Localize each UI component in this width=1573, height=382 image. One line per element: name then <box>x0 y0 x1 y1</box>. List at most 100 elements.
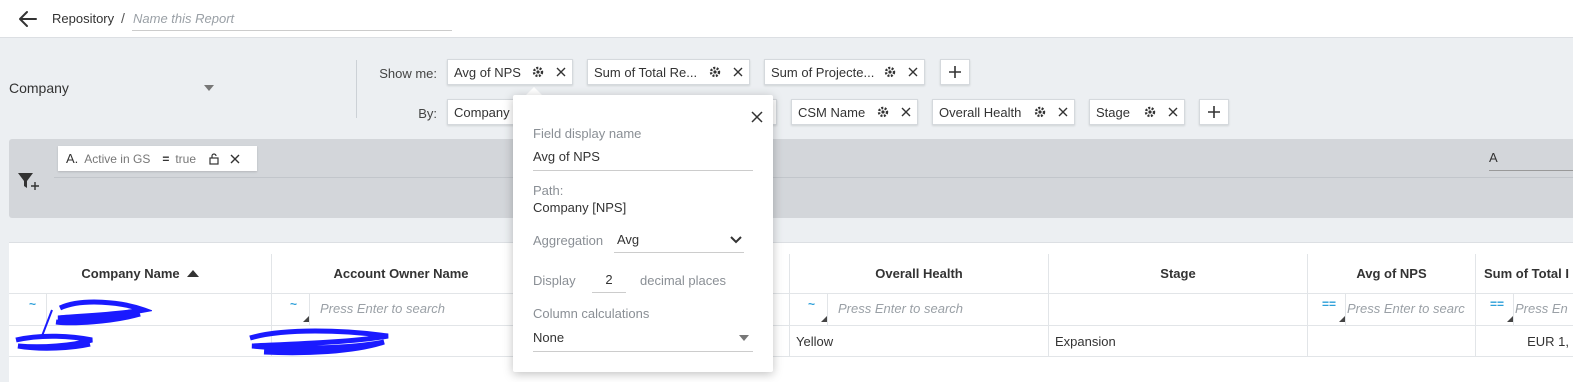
breadcrumb-separator: / <box>121 10 125 26</box>
search-input[interactable] <box>320 301 520 316</box>
gear-icon[interactable] <box>1034 106 1046 118</box>
table-cell-sum-total: EUR 1, <box>1476 326 1573 357</box>
column-calc-label: Column calculations <box>533 306 650 321</box>
filter-chip-active-in-gs[interactable]: A. Active in GS = true <box>58 146 257 171</box>
search-input[interactable] <box>1515 301 1571 316</box>
chip-label: Overall Health <box>939 104 1022 120</box>
column-header-label: Avg of NPS <box>1356 266 1427 281</box>
filter-field: Active in GS <box>84 151 151 166</box>
group-chip-csm-name[interactable]: CSM Name <box>791 99 918 125</box>
operator-contains: ~ <box>290 297 298 311</box>
column-filter-sum-total: == <box>1476 294 1573 326</box>
close-icon[interactable] <box>1168 107 1178 117</box>
chip-label: Sum of Projecte... <box>771 64 875 80</box>
filter-operator-box[interactable]: ~ <box>272 294 310 325</box>
operator-contains: ~ <box>808 297 816 311</box>
column-filter-overall-health: ~ <box>790 294 1049 326</box>
close-icon[interactable] <box>1058 107 1068 117</box>
operator-menu-icon <box>1507 316 1513 322</box>
group-chip-stage[interactable]: Stage <box>1089 99 1185 125</box>
measure-chip-sum-total[interactable]: Sum of Total Re... <box>587 59 750 85</box>
operator-menu-icon <box>303 316 309 322</box>
display-name-label: Field display name <box>533 126 642 141</box>
path-value: Company [NPS] <box>533 200 627 215</box>
column-filter-account-owner: ~ <box>272 294 531 326</box>
close-icon[interactable] <box>733 67 743 77</box>
column-filter-stage <box>1049 294 1308 326</box>
source-object-select[interactable]: Company <box>9 80 219 98</box>
aggregation-select[interactable]: Avg <box>614 229 744 253</box>
filter-operator-box[interactable]: ~ <box>790 294 828 325</box>
close-icon[interactable] <box>751 111 763 123</box>
sort-ascending-icon[interactable] <box>186 270 199 277</box>
gear-icon[interactable] <box>532 66 544 78</box>
chip-label: Stage <box>1096 104 1130 120</box>
gear-icon[interactable] <box>709 66 721 78</box>
table-cell-stage: Expansion <box>1049 326 1308 357</box>
aggregation-value: Avg <box>617 232 640 247</box>
show-me-label: Show me: <box>379 66 437 81</box>
operator-menu-icon <box>1339 316 1345 322</box>
gear-icon[interactable] <box>1144 106 1156 118</box>
advanced-logic-input[interactable]: A <box>1489 147 1573 171</box>
measure-chip-sum-projected[interactable]: Sum of Projecte... <box>764 59 925 85</box>
operator-menu-icon <box>821 316 827 322</box>
chip-label: Avg of NPS <box>454 64 521 80</box>
chip-label: Sum of Total Re... <box>594 64 698 80</box>
chevron-down-icon[interactable] <box>204 85 214 91</box>
back-arrow-icon[interactable] <box>16 8 40 30</box>
operator-equals: == <box>1322 297 1337 311</box>
search-input[interactable] <box>838 301 1038 316</box>
add-measure-button[interactable] <box>940 59 970 85</box>
operator-equals: == <box>1490 297 1505 311</box>
column-calc-select[interactable]: None <box>533 326 753 352</box>
plus-icon <box>1208 106 1220 118</box>
table-cell-overall-health: Yellow <box>790 326 1049 357</box>
add-group-button[interactable] <box>1199 99 1229 125</box>
top-bar: Repository / <box>0 0 1573 38</box>
table-cell-avg-nps <box>1308 326 1476 357</box>
filter-operator-box[interactable]: == <box>1308 294 1346 325</box>
caret-down-icon <box>739 335 749 341</box>
chevron-down-icon <box>730 236 742 244</box>
field-settings-popover: Field display name Avg of NPS Path: Comp… <box>513 95 773 372</box>
divider <box>54 177 1573 178</box>
breadcrumb-repository[interactable]: Repository <box>52 11 114 26</box>
chip-label: CSM Name <box>798 104 866 120</box>
gear-icon[interactable] <box>884 66 896 78</box>
decimal-places-label: decimal places <box>640 273 726 288</box>
measure-chip-avg-nps[interactable]: Avg of NPS <box>447 59 573 85</box>
search-input[interactable] <box>1347 301 1469 316</box>
column-calc-value: None <box>533 330 565 345</box>
redaction-scribble <box>249 328 389 356</box>
report-name-input[interactable] <box>132 7 452 31</box>
column-header-label: Stage <box>1160 266 1196 281</box>
filter-value: true <box>175 151 197 166</box>
filter-operator-box[interactable]: == <box>1476 294 1514 325</box>
display-name-value: Avg of NPS <box>533 149 600 164</box>
column-header-label: Sum of Total I <box>1484 266 1569 281</box>
divider <box>356 60 357 118</box>
gear-icon[interactable] <box>877 106 889 118</box>
column-header-overall-health[interactable]: Overall Health <box>790 254 1049 294</box>
column-header-avg-nps[interactable]: Avg of NPS <box>1308 254 1476 294</box>
display-label: Display <box>533 273 576 288</box>
aggregation-label: Aggregation <box>533 233 604 248</box>
lock-icon[interactable] <box>208 152 220 165</box>
column-header-account-owner[interactable]: Account Owner Name <box>272 254 531 294</box>
group-chip-overall-health[interactable]: Overall Health <box>932 99 1075 125</box>
close-icon[interactable] <box>908 67 918 77</box>
decimal-places-input[interactable]: 2 <box>592 267 626 293</box>
add-filter-icon[interactable] <box>17 170 41 192</box>
column-header-label: Account Owner Name <box>333 266 469 281</box>
column-header-stage[interactable]: Stage <box>1049 254 1308 294</box>
plus-icon <box>949 66 961 78</box>
by-label: By: <box>418 106 437 121</box>
column-header-sum-total[interactable]: Sum of Total I <box>1476 254 1573 294</box>
close-icon[interactable] <box>901 107 911 117</box>
close-icon[interactable] <box>556 67 566 77</box>
close-icon[interactable] <box>230 154 240 164</box>
column-header-company-name[interactable]: Company Name <box>9 254 272 294</box>
display-name-input[interactable]: Avg of NPS <box>533 145 753 171</box>
redaction-scribble <box>15 299 152 351</box>
